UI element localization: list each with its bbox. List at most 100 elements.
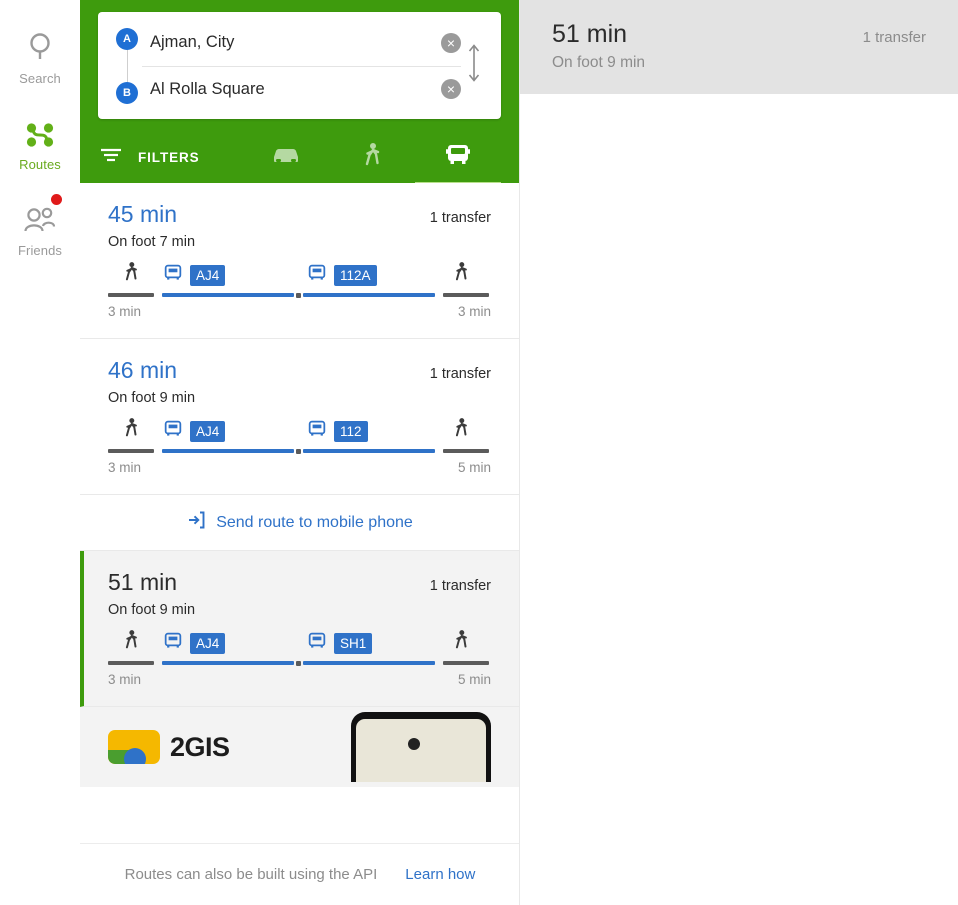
route-details-panel: 51 min 1 transfer On foot 9 min A Ajman,…: [520, 0, 958, 905]
segment-icons: AJ4 SH1: [108, 630, 491, 656]
transfer-dot: [296, 292, 301, 298]
route-card[interactable]: 45 min 1 transfer On foot 7 min AJ4 112A…: [80, 183, 519, 339]
bus-icon: [443, 142, 473, 173]
route-search-box: A B Ajman, City × Al Rolla Square ×: [98, 12, 501, 119]
pedestrian-icon: [452, 629, 470, 656]
route-badge: SH1: [334, 633, 373, 654]
details-duration: 51 min: [552, 20, 628, 48]
route-transfers: 1 transfer: [429, 578, 491, 594]
route-timeline: A Ajman, City 3 min 270 m on foot Horizo…: [520, 94, 958, 112]
app-root: Search Routes Friends A B Ajman, City × …: [0, 0, 958, 905]
filter-icon: [98, 145, 124, 170]
pedestrian-icon: [452, 261, 470, 288]
sidebar-item-friends[interactable]: Friends: [0, 188, 80, 272]
swap-vertical-icon: [466, 41, 482, 90]
transfer-dot: [296, 448, 301, 454]
pin-connector: [126, 49, 128, 82]
segment-time: 5 min: [457, 672, 491, 687]
segment-walk-icon-wrap: [108, 629, 154, 656]
segment-bars: [108, 290, 491, 300]
segment-bus-icon-wrap: 112: [306, 419, 438, 444]
sidebar-item-routes[interactable]: Routes: [0, 102, 80, 186]
bus-icon: [162, 419, 184, 444]
details-header-top: 51 min 1 transfer: [552, 20, 926, 49]
tab-car[interactable]: [243, 129, 329, 185]
sidebar-item-search-label: Search: [19, 70, 61, 86]
transport-mode-tabs: [243, 129, 501, 185]
segment-time: 3 min: [108, 460, 142, 475]
mobile-app-promo[interactable]: 2GIS: [80, 707, 519, 787]
segment-icons: AJ4 112: [108, 418, 491, 444]
to-input[interactable]: Al Rolla Square: [142, 80, 441, 99]
segment-time: 3 min: [108, 672, 142, 687]
phone-mockup-image: [351, 712, 491, 782]
segment-walk-icon-wrap: [438, 261, 484, 288]
from-field-row: Ajman, City ×: [142, 20, 461, 66]
route-results-list: 45 min 1 transfer On foot 7 min AJ4 112A…: [80, 183, 519, 787]
clear-to-icon[interactable]: ×: [441, 79, 461, 99]
bus-icon: [306, 631, 328, 656]
pin-a: A: [116, 27, 138, 50]
api-footer-text: Routes can also be built using the API: [124, 866, 378, 883]
pedestrian-icon: [122, 417, 140, 444]
2gis-logo-mark: [108, 730, 160, 764]
mode-toolbar: FILTERS: [98, 129, 501, 185]
segment-times: 3 min 5 min: [108, 672, 491, 690]
to-field-row: Al Rolla Square ×: [142, 65, 461, 112]
segment-bar-bus: [162, 661, 294, 665]
route-badge: 112A: [334, 265, 377, 286]
segment-bars: [108, 446, 491, 456]
segment-bus-icon-wrap: AJ4: [162, 263, 294, 288]
details-transfers: 1 transfer: [862, 29, 926, 46]
swap-endpoints-button[interactable]: [461, 41, 487, 90]
segment-walk-icon-wrap: [438, 629, 484, 656]
notification-badge-dot: [51, 194, 62, 205]
route-segments: AJ4 112A 3 min 3 min: [108, 262, 491, 322]
api-footer: Routes can also be built using the API L…: [80, 843, 519, 905]
pedestrian-icon: [361, 142, 383, 173]
routes-icon: [24, 117, 56, 153]
route-badge: 112: [334, 421, 368, 442]
details-header: 51 min 1 transfer On foot 9 min: [520, 0, 958, 94]
clear-from-icon[interactable]: ×: [441, 32, 461, 53]
segment-bar-walk: [443, 661, 489, 665]
api-learn-how-link[interactable]: Learn how: [405, 866, 475, 883]
send-route-label: Send route to mobile phone: [216, 513, 413, 531]
details-on-foot: On foot 9 min: [552, 54, 646, 71]
segment-walk-icon-wrap: [108, 261, 154, 288]
route-on-foot: On foot 9 min: [108, 390, 196, 406]
nav-rail: Search Routes Friends: [0, 0, 80, 905]
segment-times: 3 min 3 min: [108, 304, 491, 322]
friends-icon: [22, 203, 58, 239]
segment-walk-icon-wrap: [438, 417, 484, 444]
tab-pedestrian[interactable]: [329, 129, 415, 185]
bus-icon: [162, 631, 184, 656]
route-on-foot: On foot 7 min: [108, 234, 196, 250]
tab-public-transport[interactable]: [415, 129, 501, 185]
filters-button[interactable]: FILTERS: [98, 145, 200, 170]
sidebar-item-routes-label: Routes: [19, 156, 61, 172]
segment-bar-walk: [108, 449, 154, 453]
route-duration: 46 min: [108, 357, 178, 383]
sidebar-item-search[interactable]: Search: [0, 16, 80, 100]
route-card-header: 51 min 1 transfer: [108, 569, 491, 596]
route-badge: AJ4: [190, 265, 226, 286]
route-segments: AJ4 SH1 3 min 5 min: [108, 630, 491, 690]
bus-icon: [162, 263, 184, 288]
from-input[interactable]: Ajman, City: [142, 33, 441, 52]
routes-panel: A B Ajman, City × Al Rolla Square × FILT…: [80, 0, 520, 905]
pin-b: B: [116, 81, 138, 104]
route-on-foot: On foot 9 min: [108, 602, 196, 618]
send-route-to-phone-button[interactable]: Send route to mobile phone: [80, 495, 519, 551]
send-to-phone-icon: [186, 510, 206, 535]
route-card[interactable]: 46 min 1 transfer On foot 9 min AJ4 112 …: [80, 339, 519, 495]
pedestrian-icon: [122, 629, 140, 656]
segment-bar-bus: [303, 449, 435, 453]
promo-brand: 2GIS: [170, 731, 230, 762]
car-icon: [270, 143, 302, 172]
segment-times: 3 min 5 min: [108, 460, 491, 478]
segment-bar-bus: [303, 661, 435, 665]
route-badge: AJ4: [190, 421, 226, 442]
route-duration: 45 min: [108, 201, 178, 227]
route-card-selected[interactable]: 51 min 1 transfer On foot 9 min AJ4 SH1 …: [80, 551, 519, 707]
